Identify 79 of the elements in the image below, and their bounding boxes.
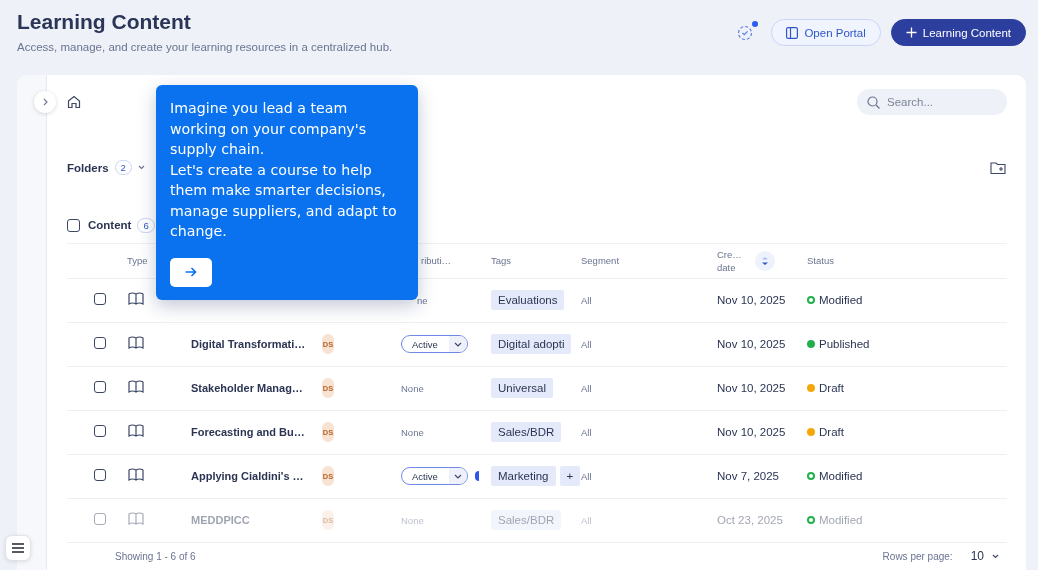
distribution-dropdown[interactable]: Active: [401, 335, 468, 354]
home-icon[interactable]: [67, 95, 81, 109]
column-header: Type: [127, 255, 148, 267]
segment-value: All: [581, 295, 592, 307]
segment-value: All: [581, 471, 592, 483]
chevron-down-icon: [453, 473, 462, 479]
next-button[interactable]: [170, 257, 212, 287]
select-all-checkbox[interactable]: [67, 218, 80, 232]
arrow-right-icon: [185, 267, 197, 277]
row-checkbox[interactable]: [94, 293, 106, 306]
search-icon: [867, 96, 880, 109]
content-label: Content: [88, 219, 132, 232]
created-date: Oct 23, 2025: [717, 514, 783, 527]
rows-per-page-select[interactable]: 10: [970, 549, 984, 564]
segment-value: All: [581, 515, 592, 527]
row-checkbox[interactable]: [94, 425, 106, 438]
created-date: Nov 10, 2025: [717, 294, 786, 307]
popover-text: Imagine you lead a team working on your company's supply chain. Let's create a course to help them make smarter decisions, manage suppliers, and adapt to change.: [170, 99, 398, 241]
book-icon: [128, 467, 144, 484]
page-title: Learning Content: [17, 10, 192, 34]
plus-icon: [905, 27, 917, 38]
menu-icon: [12, 543, 24, 553]
panel-icon: [786, 26, 799, 39]
folders-label: Folders: [67, 161, 109, 174]
status-label: Published: [819, 338, 870, 351]
row-checkbox[interactable]: [94, 469, 106, 482]
book-icon: [128, 335, 144, 352]
tag-chip: Universal: [491, 378, 553, 399]
status-label: Draft: [819, 426, 844, 439]
distribution-value: None: [401, 426, 424, 438]
created-date: Nov 7, 2025: [717, 470, 779, 483]
content-title[interactable]: Forecasting and Bu…: [191, 426, 305, 439]
book-icon: [128, 511, 144, 528]
distribution-value: ne: [416, 294, 428, 306]
column-header: Status: [807, 255, 834, 267]
search-field[interactable]: Search...: [857, 89, 1007, 115]
column-header: Cre… date: [717, 247, 743, 274]
showing-count: Showing 1 - 6 of 6: [115, 550, 196, 562]
chevron-down-icon[interactable]: [992, 553, 999, 559]
status-label: Modified: [819, 514, 863, 527]
content-title[interactable]: Digital Transformati…: [191, 338, 306, 351]
content-title[interactable]: Applying Cialdini's …: [191, 470, 304, 483]
status-label: Modified: [819, 294, 863, 307]
tag-chip: Sales/BDR: [491, 422, 562, 443]
segment-value: All: [581, 339, 592, 351]
chevron-down-icon[interactable]: [137, 165, 145, 171]
sync-icon[interactable]: [737, 24, 754, 41]
row-checkbox[interactable]: [94, 381, 106, 394]
distribution-value: None: [401, 382, 424, 394]
distribution-value: None: [401, 514, 424, 526]
distribution-dropdown[interactable]: Active: [401, 467, 468, 486]
chevron-down-icon: [453, 341, 462, 347]
created-date: Nov 10, 2025: [717, 382, 786, 395]
status-label: Modified: [819, 470, 863, 483]
chevron-right-icon: [42, 98, 48, 106]
column-header: Tags: [491, 255, 512, 267]
created-date: Nov 10, 2025: [717, 426, 786, 439]
open-portal-button[interactable]: Open Portal: [771, 19, 881, 46]
page-subtitle: Access, manage, and create your learning resources in a centralized hub.: [17, 41, 393, 53]
add-content-button[interactable]: Learning Content: [890, 19, 1026, 46]
row-checkbox[interactable]: [94, 337, 106, 350]
new-folder-icon[interactable]: [990, 160, 1007, 175]
book-icon: [128, 423, 144, 440]
book-icon: [128, 291, 144, 308]
segment-value: All: [581, 383, 592, 395]
content-title[interactable]: Stakeholder Manag…: [191, 382, 303, 395]
status-label: Draft: [819, 382, 844, 395]
segment-value: All: [581, 427, 592, 439]
tag-chip: +: [559, 466, 581, 487]
created-date: Nov 10, 2025: [717, 338, 786, 351]
menu-button[interactable]: [5, 535, 31, 561]
column-header: Segment: [581, 255, 620, 267]
rows-per-page-label: Rows per page:: [882, 550, 953, 562]
column-header: ributi…: [421, 255, 452, 267]
tag-chip: Marketing: [491, 466, 556, 487]
tag-chip: Sales/BDR: [491, 510, 562, 531]
book-icon: [128, 379, 144, 396]
tag-chip: Evaluations: [491, 290, 565, 311]
tag-chip: Digital adopti: [491, 334, 572, 355]
